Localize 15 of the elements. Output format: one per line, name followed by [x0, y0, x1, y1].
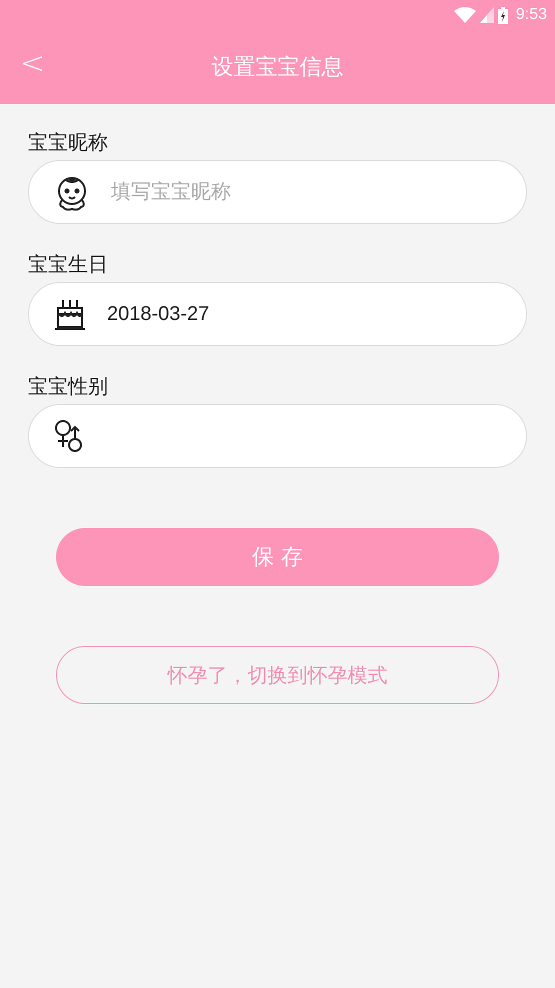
save-button[interactable]: 保 存 [56, 528, 499, 586]
status-time: 9:53 [516, 6, 547, 24]
birthday-cake-icon [53, 297, 87, 331]
nickname-input[interactable]: 填写宝宝昵称 [111, 180, 411, 204]
switch-mode-button[interactable]: 怀孕了，切换到怀孕模式 [56, 646, 499, 704]
gender-symbols-icon [53, 419, 85, 453]
field-label: 宝宝昵称 [28, 130, 109, 154]
back-button[interactable]: < [14, 46, 52, 81]
field-label: 宝宝性别 [28, 374, 109, 398]
page-title: 设置宝宝信息 [212, 54, 344, 82]
field-label: 宝宝生日 [28, 252, 109, 276]
battery-icon [498, 6, 508, 24]
date-input[interactable]: 2018-03-27 [107, 302, 407, 326]
wifi-icon [454, 7, 476, 23]
signal-icon [480, 7, 494, 23]
